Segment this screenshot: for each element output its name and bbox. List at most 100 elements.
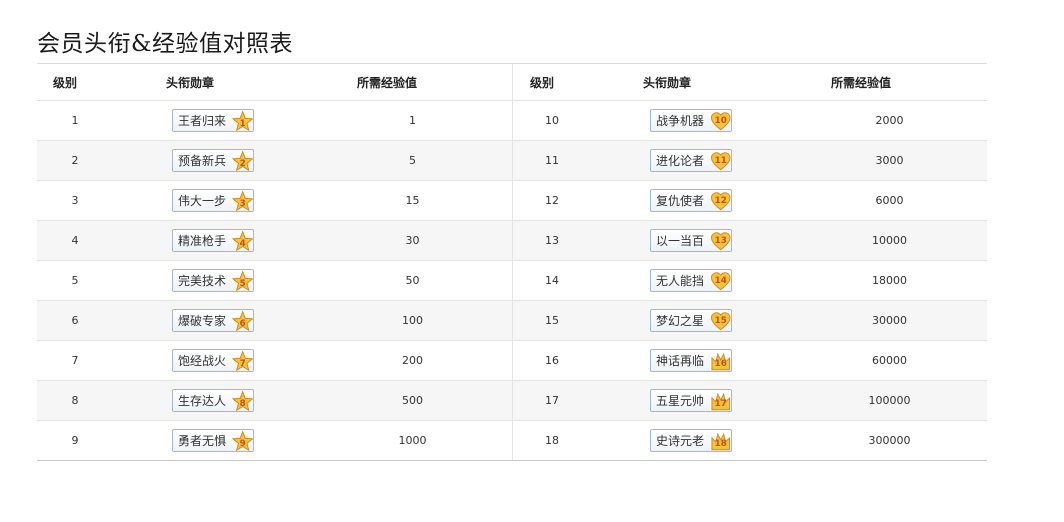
medal-title: 五星元帅 [656, 394, 705, 408]
star-badge-icon: 2 [231, 149, 253, 171]
level-cell: 5 [71, 274, 79, 287]
badge-number: 6 [239, 318, 245, 328]
table-row: 4 精准枪手 4 30 13 以一当百 13 10000 [37, 221, 987, 261]
table-row: 5 完美技术 5 50 14 无人能挡 14 18000 [37, 261, 987, 301]
table-header: 级别 头衔勋章 所需经验值 级别 头衔勋章 所需经验值 [37, 63, 987, 101]
exp-cell: 30 [405, 234, 420, 247]
table-row: 6 爆破专家 6 100 15 梦幻之星 15 30000 [37, 301, 987, 341]
exp-cell: 1 [409, 114, 416, 127]
header-level: 级别 [530, 75, 555, 90]
title-medal: 复仇使者 12 [650, 189, 732, 212]
row-half-right: 12 复仇使者 12 6000 [512, 181, 988, 220]
medal-title: 完美技术 [178, 274, 227, 288]
row-half-right: 11 进化论者 11 3000 [512, 141, 988, 180]
exp-cell: 300000 [868, 434, 911, 447]
medal-cell: 饱经战火 7 [113, 349, 313, 372]
medal-title: 预备新兵 [178, 154, 227, 168]
badge-number: 15 [714, 315, 726, 325]
level-cell: 15 [545, 314, 559, 327]
badge-number: 9 [239, 438, 245, 448]
heart-badge-icon: 10 [710, 111, 731, 130]
level-cell: 2 [71, 154, 79, 167]
medal-title: 勇者无惧 [178, 434, 227, 448]
row-half-left: 8 生存达人 8 500 [37, 381, 512, 420]
badge-number: 3 [239, 198, 245, 208]
medal-title: 以一当百 [656, 234, 705, 248]
row-half-left: 3 伟大一步 3 15 [37, 181, 512, 220]
exp-cell: 1000 [398, 434, 427, 447]
medal-title: 史诗元老 [656, 434, 705, 448]
title-medal: 生存达人 8 [172, 389, 254, 412]
title-medal: 勇者无惧 9 [172, 429, 254, 452]
row-half-right: 13 以一当百 13 10000 [512, 221, 988, 260]
medal-title: 无人能挡 [656, 274, 705, 288]
star-badge-icon: 8 [231, 389, 253, 411]
medal-cell: 进化论者 11 [591, 149, 791, 172]
row-half-left: 9 勇者无惧 9 1000 [37, 421, 512, 460]
medal-cell: 王者归来 1 [113, 109, 313, 132]
badge-number: 13 [714, 235, 726, 245]
level-cell: 14 [545, 274, 559, 287]
row-half-left: 5 完美技术 5 50 [37, 261, 512, 300]
badge-number: 8 [239, 398, 245, 408]
level-cell: 1 [71, 114, 79, 127]
crown-badge-icon: 18 [711, 432, 730, 450]
exp-cell: 6000 [875, 194, 904, 207]
row-half-left: 4 精准枪手 4 30 [37, 221, 512, 260]
badge-number: 17 [714, 398, 726, 408]
crown-badge-icon: 16 [711, 352, 730, 370]
medal-cell: 五星元帅 17 [591, 389, 791, 412]
medal-title: 梦幻之星 [656, 314, 705, 328]
header-level: 级别 [53, 75, 78, 90]
exp-cell: 10000 [872, 234, 907, 247]
exp-cell: 50 [405, 274, 420, 287]
medal-title: 精准枪手 [178, 234, 227, 248]
exp-cell: 100000 [868, 394, 911, 407]
badge-number: 7 [239, 358, 245, 368]
row-half-left: 6 爆破专家 6 100 [37, 301, 512, 340]
star-badge-icon: 6 [231, 309, 253, 331]
header-medal-label: 头衔勋章 [643, 75, 692, 90]
medal-cell: 史诗元老 18 [591, 429, 791, 452]
medal-title: 饱经战火 [178, 354, 227, 368]
star-badge-icon: 5 [231, 269, 253, 291]
exp-cell: 500 [402, 394, 423, 407]
medal-cell: 生存达人 8 [113, 389, 313, 412]
row-half-right: 14 无人能挡 14 18000 [512, 261, 988, 300]
title-medal: 梦幻之星 15 [650, 309, 732, 332]
exp-cell: 15 [405, 194, 420, 207]
row-half-right: 10 战争机器 10 2000 [512, 101, 988, 140]
star-badge-icon: 1 [231, 109, 253, 131]
badge-number: 10 [714, 115, 726, 125]
medal-cell: 预备新兵 2 [113, 149, 313, 172]
row-half-right: 16 神话再临 16 60000 [512, 341, 988, 380]
medal-cell: 战争机器 10 [591, 109, 791, 132]
badge-number: 12 [714, 195, 726, 205]
medal-cell: 完美技术 5 [113, 269, 313, 292]
row-half-right: 17 五星元帅 17 100000 [512, 381, 988, 420]
title-medal: 伟大一步 3 [172, 189, 254, 212]
medal-title: 进化论者 [656, 154, 705, 168]
table-row: 7 饱经战火 7 200 16 神话再临 16 60000 [37, 341, 987, 381]
star-badge-icon: 3 [231, 189, 253, 211]
row-half-right: 18 史诗元老 18 300000 [512, 421, 988, 460]
medal-cell: 神话再临 16 [591, 349, 791, 372]
badge-number: 2 [239, 158, 245, 168]
row-half-right: 15 梦幻之星 15 30000 [512, 301, 988, 340]
level-cell: 17 [545, 394, 559, 407]
title-medal: 精准枪手 4 [172, 229, 254, 252]
medal-title: 爆破专家 [178, 314, 227, 328]
exp-cell: 100 [402, 314, 423, 327]
crown-badge-icon: 17 [711, 392, 730, 410]
badge-number: 11 [714, 155, 726, 165]
title-medal: 以一当百 13 [650, 229, 732, 252]
medal-title: 战争机器 [656, 114, 705, 128]
exp-cell: 5 [409, 154, 416, 167]
star-badge-icon: 9 [231, 429, 253, 451]
level-cell: 4 [71, 234, 79, 247]
title-medal: 爆破专家 6 [172, 309, 254, 332]
header-medal-label: 头衔勋章 [166, 75, 215, 90]
title-medal: 战争机器 10 [650, 109, 732, 132]
exp-cell: 30000 [872, 314, 907, 327]
badge-number: 18 [714, 438, 726, 448]
